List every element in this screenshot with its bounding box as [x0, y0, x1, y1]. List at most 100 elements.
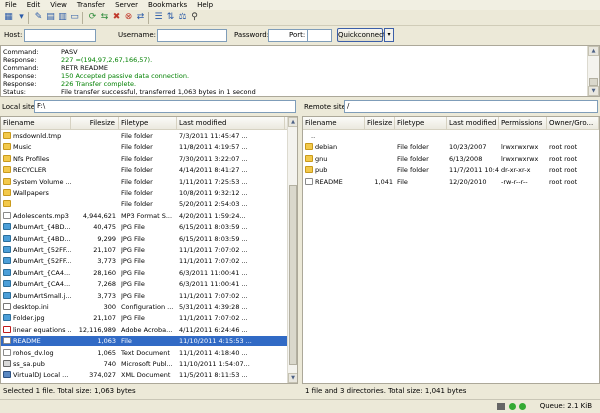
toolbar-separator — [148, 12, 149, 24]
local-modified-text: 11/1/2011 7:07:02 ... — [179, 246, 248, 254]
remote-file-row[interactable]: debian File folder 10/23/2007 lrwxrwxrwx roo… — [303, 142, 599, 152]
local-scrollbar[interactable]: ▲ ▼ — [287, 117, 297, 383]
remote-file-row[interactable]: README 1,041 File 12/20/2010 -rw-r--r-- root … — [303, 177, 599, 187]
local-file-row[interactable]: System Volume ... File folder 1/11/2011 7:… — [1, 177, 287, 187]
local-file-row[interactable]: ss_sa.pub 740 Microsoft Publ... 11/10/2011 … — [1, 359, 287, 369]
remote-col-last-modified[interactable]: Last modified — [447, 117, 499, 130]
menu-view[interactable]: View — [45, 0, 72, 9]
password-label: Password: — [234, 31, 270, 39]
local-file-row[interactable]: Wallpapers File folder 10/8/2011 9:32:12 .… — [1, 188, 287, 198]
bottom-status-bar: Queue: 2.1 KiB — [0, 399, 600, 413]
disconnect-icon[interactable]: ⊗ — [123, 12, 134, 23]
log-scroll-thumb[interactable] — [589, 78, 598, 86]
scroll-down-icon[interactable]: ▼ — [588, 86, 599, 96]
menu-help[interactable]: Help — [192, 0, 218, 9]
local-file-row[interactable]: rohos_dv.log 1,065 Text Document 11/1/2011 … — [1, 348, 287, 358]
cancel-icon[interactable]: ✖ — [111, 12, 122, 23]
host-input[interactable] — [24, 29, 96, 42]
local-file-row[interactable]: AlbumArt_{4BD... 40,475 JPG File 6/15/2011 … — [1, 222, 287, 232]
toggle-local-tree-icon[interactable]: ▤ — [45, 12, 56, 23]
local-file-row[interactable]: msdownld.tmp File folder 7/3/2011 11:45:47… — [1, 131, 287, 141]
local-filetype-text: Microsoft Publ... — [121, 360, 173, 368]
local-file-row[interactable]: linear equations ... 12,116,989 Adobe Acro… — [1, 325, 287, 335]
local-filename-text: Nfs Profiles — [13, 154, 50, 163]
remote-owner-group-text: root root — [549, 143, 578, 152]
config-file-icon — [3, 303, 11, 310]
local-filetype: JPG File — [121, 313, 177, 323]
remote-col-filename[interactable]: Filename — [303, 117, 365, 130]
local-filesize: 3,773 — [71, 291, 116, 301]
local-modified: 7/30/2011 3:22:07 ... — [179, 154, 285, 164]
compare-directories-icon[interactable]: ⚖ — [177, 12, 188, 23]
local-file-row[interactable]: AlbumArtSmall.j... 3,773 JPG File 11/1/2011… — [1, 291, 287, 301]
local-filesize-text: 300 — [103, 303, 116, 311]
local-filesize — [71, 154, 116, 164]
local-filename-text: AlbumArt_{52FF... — [13, 257, 71, 266]
directory-listing-filters-icon[interactable]: ☰ — [153, 12, 164, 23]
remote-col-filesize[interactable]: Filesize — [365, 117, 395, 130]
remote-file-row[interactable]: pub File folder 11/7/2011 10:4...dr-xr-xr-… — [303, 165, 599, 175]
toggle-log-icon[interactable]: ✎ — [33, 12, 44, 23]
local-file-row[interactable]: Folder.jpg 21,107 JPG File 11/1/2011 7:07:0… — [1, 313, 287, 323]
reconnect-icon[interactable]: ⇄ — [135, 12, 146, 23]
site-manager-icon[interactable]: ▦ — [3, 12, 14, 23]
remote-filename-text: pub — [315, 166, 328, 175]
local-filetype-text: JPG File — [121, 223, 145, 232]
site-manager-dropdown-icon[interactable]: ▾ — [16, 12, 27, 23]
local-file-row[interactable]: File folder 5/20/2011 2:54:03 ... — [1, 199, 287, 209]
local-file-row[interactable]: Music File folder 11/8/2011 4:19:57 ... — [1, 142, 287, 152]
local-modified-text: 10/8/2011 9:32:12 ... — [179, 189, 248, 197]
scroll-down-icon[interactable]: ▼ — [288, 373, 297, 383]
log-scrollbar[interactable]: ▲ ▼ — [587, 46, 599, 96]
local-site-path-input[interactable]: F:\ — [34, 100, 296, 113]
local-col-filename[interactable]: Filename — [1, 117, 71, 130]
port-input[interactable] — [307, 29, 332, 42]
local-modified: 11/10/2011 1:54:07... — [179, 359, 285, 369]
remote-permissions: -rw-r--r-- — [501, 177, 547, 187]
local-file-row[interactable]: RECYCLER File folder 4/14/2011 8:41:27 ... — [1, 165, 287, 175]
menu-server[interactable]: Server — [110, 0, 143, 9]
remote-filename-text: README — [315, 177, 343, 186]
menu-edit[interactable]: Edit — [22, 0, 46, 9]
port-label: Port: — [289, 31, 306, 39]
local-filesize-text: 40,475 — [93, 223, 116, 232]
local-file-row[interactable]: AlbumArt_{52FF... 3,773 JPG File 11/1/2011 … — [1, 256, 287, 266]
quickconnect-history-dropdown[interactable]: ▾ — [384, 28, 394, 42]
local-file-row[interactable]: AlbumArt_{CA4... 7,268 JPG File 6/3/2011 11… — [1, 279, 287, 289]
local-file-row[interactable]: VirtualDJ Local ... 374,027 XML Document 11… — [1, 370, 287, 380]
image-file-icon — [3, 268, 11, 276]
process-queue-icon[interactable]: ⇆ — [99, 12, 110, 23]
local-file-row[interactable]: AlbumArt_{52FF... 21,107 JPG File 11/1/2011… — [1, 245, 287, 255]
local-file-row[interactable]: AlbumArt_{CA4... 28,160 JPG File 6/3/2011 1… — [1, 268, 287, 278]
scroll-up-icon[interactable]: ▲ — [588, 46, 599, 56]
toggle-remote-tree-icon[interactable]: ▥ — [57, 12, 68, 23]
refresh-icon[interactable]: ⟳ — [87, 12, 98, 23]
toggle-queue-icon[interactable]: ▭ — [69, 12, 80, 23]
remote-parent-dir-row[interactable]: .. — [303, 131, 599, 141]
menu-bookmarks[interactable]: Bookmarks — [143, 0, 192, 9]
menu-file[interactable]: File — [0, 0, 22, 9]
search-icon[interactable]: ⚲ — [189, 12, 200, 23]
log-line-kind: Status: — [3, 88, 26, 96]
local-col-filesize[interactable]: Filesize — [71, 117, 119, 130]
local-file-row[interactable]: AlbumArt_{4BD... 9,299 JPG File 6/15/2011 8… — [1, 234, 287, 244]
toggle-sync-browsing-icon[interactable]: ⇅ — [165, 12, 176, 23]
local-filename-text: Wallpapers — [13, 189, 49, 197]
local-col-filetype[interactable]: Filetype — [119, 117, 177, 130]
local-file-row[interactable]: Nfs Profiles File folder 7/30/2011 3:22:07… — [1, 154, 287, 164]
menu-transfer[interactable]: Transfer — [72, 0, 110, 9]
local-file-row[interactable]: Adolescents.mp3 4,944,621 MP3 Format S... 4… — [1, 211, 287, 221]
local-file-row[interactable]: README 1,063 File 11/10/2011 4:15:53 ... — [1, 336, 287, 347]
remote-col-owner-group[interactable]: Owner/Gro... — [547, 117, 599, 130]
local-file-row[interactable]: desktop.ini 300 Configuration ... 5/31/2011… — [1, 302, 287, 312]
local-col-last-modified[interactable]: Last modified — [177, 117, 285, 130]
remote-site-path-input[interactable]: / — [344, 100, 598, 113]
quickconnect-button[interactable]: Quickconnect — [337, 28, 386, 42]
local-filetype-text: File — [121, 337, 132, 346]
remote-col-permissions[interactable]: Permissions — [499, 117, 547, 130]
username-input[interactable] — [157, 29, 227, 42]
remote-file-row[interactable]: gnu File folder 6/13/2008 lrwxrwxrwx root ro… — [303, 154, 599, 164]
remote-col-filetype[interactable]: Filetype — [395, 117, 447, 130]
scroll-up-icon[interactable]: ▲ — [288, 117, 297, 127]
local-scroll-thumb[interactable] — [289, 185, 297, 365]
